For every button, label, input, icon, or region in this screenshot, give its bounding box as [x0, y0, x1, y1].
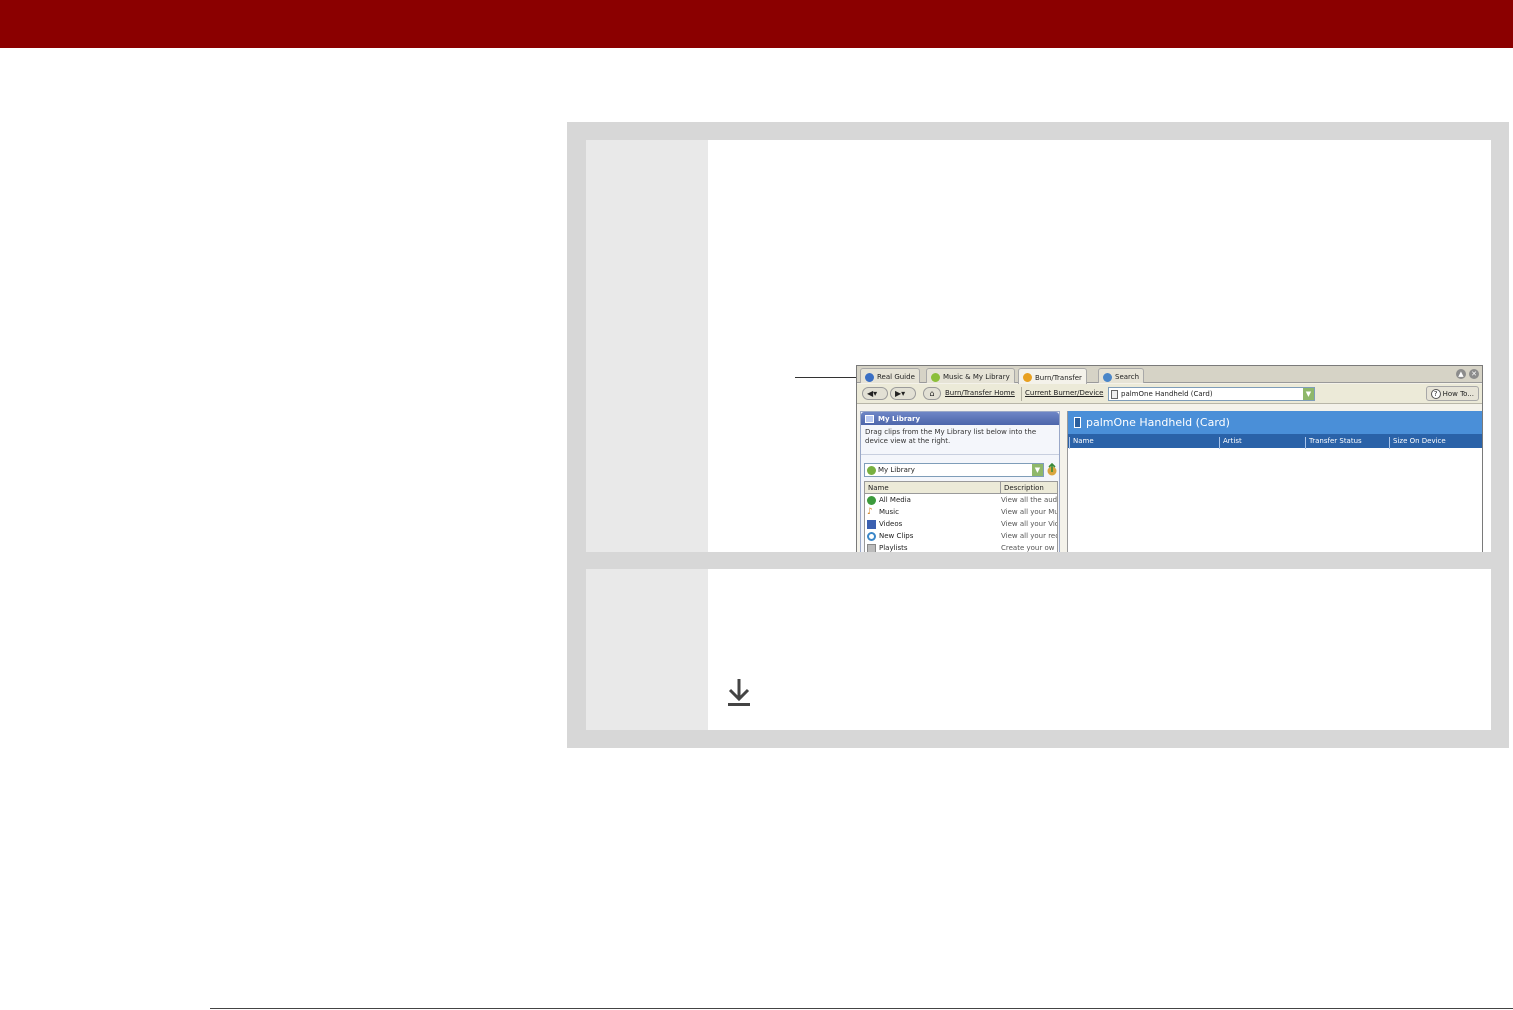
handheld-icon [1074, 417, 1081, 428]
column-separator [1000, 482, 1001, 494]
toolbar: ◀▾ ▶▾ ⌂ Burn/Transfer Home Current Burne… [857, 384, 1482, 404]
row-description: View all your Vid [1001, 520, 1057, 528]
tab-bar: Real Guide Music & My Library Burn/Trans… [857, 366, 1482, 384]
all-media-icon [867, 496, 876, 505]
music-library-icon [931, 372, 940, 382]
forward-button[interactable]: ▶▾ [890, 387, 916, 400]
header-bar [0, 0, 1513, 48]
playlist-icon [867, 544, 876, 552]
help-icon: ? [1430, 388, 1441, 399]
row-description: View all your rec [1001, 532, 1057, 540]
chevron-down-icon[interactable]: ▼ [1032, 464, 1043, 476]
step-1: Real Guide Music & My Library Burn/Trans… [586, 140, 1491, 552]
tab-search[interactable]: Search [1098, 368, 1145, 383]
current-device-link[interactable]: Current Burner/Device [1025, 389, 1103, 397]
tab-burn-transfer[interactable]: Burn/Transfer [1018, 368, 1087, 384]
tab-label: Burn/Transfer [1035, 373, 1082, 382]
my-library-title: My Library [878, 414, 921, 423]
step-2 [586, 569, 1491, 730]
column-artist[interactable]: Artist [1219, 437, 1242, 449]
how-to-label: How To... [1442, 389, 1474, 398]
library-row-all-media[interactable]: All Media View all the aud [865, 494, 1057, 506]
window-buttons: ▲ ✕ [1456, 369, 1479, 379]
library-row-new-clips[interactable]: New Clips View all your rec [865, 530, 1057, 542]
my-library-pane: My Library Drag clips from the My Librar… [860, 411, 1060, 552]
library-instructions: Drag clips from the My Library list belo… [861, 425, 1059, 455]
library-row-music[interactable]: ♪ Music View all your Mu [865, 506, 1057, 518]
device-pane: palmOne Handheld (Card) Name Artist Tran… [1067, 411, 1482, 552]
row-name: New Clips [879, 532, 914, 540]
library-row-playlists[interactable]: Playlists Create your ow [865, 542, 1057, 552]
library-table: Name Description All Media View all the … [864, 481, 1058, 552]
home-icon[interactable]: ⌂ [923, 387, 941, 400]
device-pane-title: palmOne Handheld (Card) [1086, 416, 1230, 429]
column-name[interactable]: Name [1069, 437, 1094, 449]
row-name: All Media [879, 496, 911, 504]
step-2-number-column [586, 569, 708, 730]
column-name[interactable]: Name [868, 484, 889, 492]
footer-rule [210, 1008, 1513, 1009]
new-clips-icon [867, 532, 876, 541]
device-table-header: Name Artist Transfer Status Size On Devi… [1068, 434, 1482, 449]
row-name: Music [879, 508, 899, 516]
library-select[interactable]: My Library ▼ [864, 463, 1044, 477]
library-table-header: Name Description [865, 482, 1057, 494]
steps-panel: Real Guide Music & My Library Burn/Trans… [567, 122, 1509, 748]
video-icon [867, 520, 876, 529]
row-description: View all your Mu [1001, 508, 1057, 516]
burn-transfer-home-link[interactable]: Burn/Transfer Home [945, 389, 1015, 397]
tab-music-library[interactable]: Music & My Library [926, 368, 1015, 383]
realplayer-screenshot: Real Guide Music & My Library Burn/Trans… [856, 365, 1483, 552]
device-pane-header: palmOne Handheld (Card) [1068, 411, 1482, 434]
tab-label: Music & My Library [943, 373, 1010, 381]
burn-transfer-icon [1023, 373, 1032, 382]
close-icon[interactable]: ✕ [1469, 369, 1479, 379]
tab-label: Real Guide [877, 373, 915, 381]
column-size-on-device[interactable]: Size On Device [1389, 437, 1446, 449]
row-description: View all the aud [1001, 496, 1057, 504]
download-arrow-icon [728, 679, 750, 706]
tab-label: Search [1115, 373, 1140, 381]
handheld-icon [1111, 390, 1118, 399]
add-to-device-icon[interactable] [1046, 463, 1058, 477]
row-description: Create your ow [1001, 544, 1055, 552]
column-description[interactable]: Description [1004, 484, 1044, 492]
library-icon [865, 414, 874, 423]
back-button[interactable]: ◀▾ [862, 387, 888, 400]
library-select-value: My Library [878, 466, 915, 474]
real-guide-icon [865, 372, 874, 382]
music-note-icon: ♪ [867, 507, 873, 517]
device-select[interactable]: palmOne Handheld (Card) ▼ [1108, 387, 1315, 401]
column-transfer-status[interactable]: Transfer Status [1305, 437, 1362, 449]
row-name: Playlists [879, 544, 908, 552]
step-1-number-column [586, 140, 708, 552]
library-row-videos[interactable]: Videos View all your Vid [865, 518, 1057, 530]
my-library-header: My Library [861, 412, 1059, 425]
device-select-value: palmOne Handheld (Card) [1121, 390, 1213, 398]
toolbar-separator [1021, 387, 1022, 401]
chevron-down-icon[interactable]: ▼ [1303, 388, 1314, 400]
tab-real-guide[interactable]: Real Guide [860, 368, 920, 383]
restore-icon[interactable]: ▲ [1456, 369, 1466, 379]
row-name: Videos [879, 520, 903, 528]
search-icon [1103, 372, 1112, 382]
how-to-button[interactable]: ? How To... [1425, 386, 1479, 401]
library-select-icon [867, 466, 876, 475]
